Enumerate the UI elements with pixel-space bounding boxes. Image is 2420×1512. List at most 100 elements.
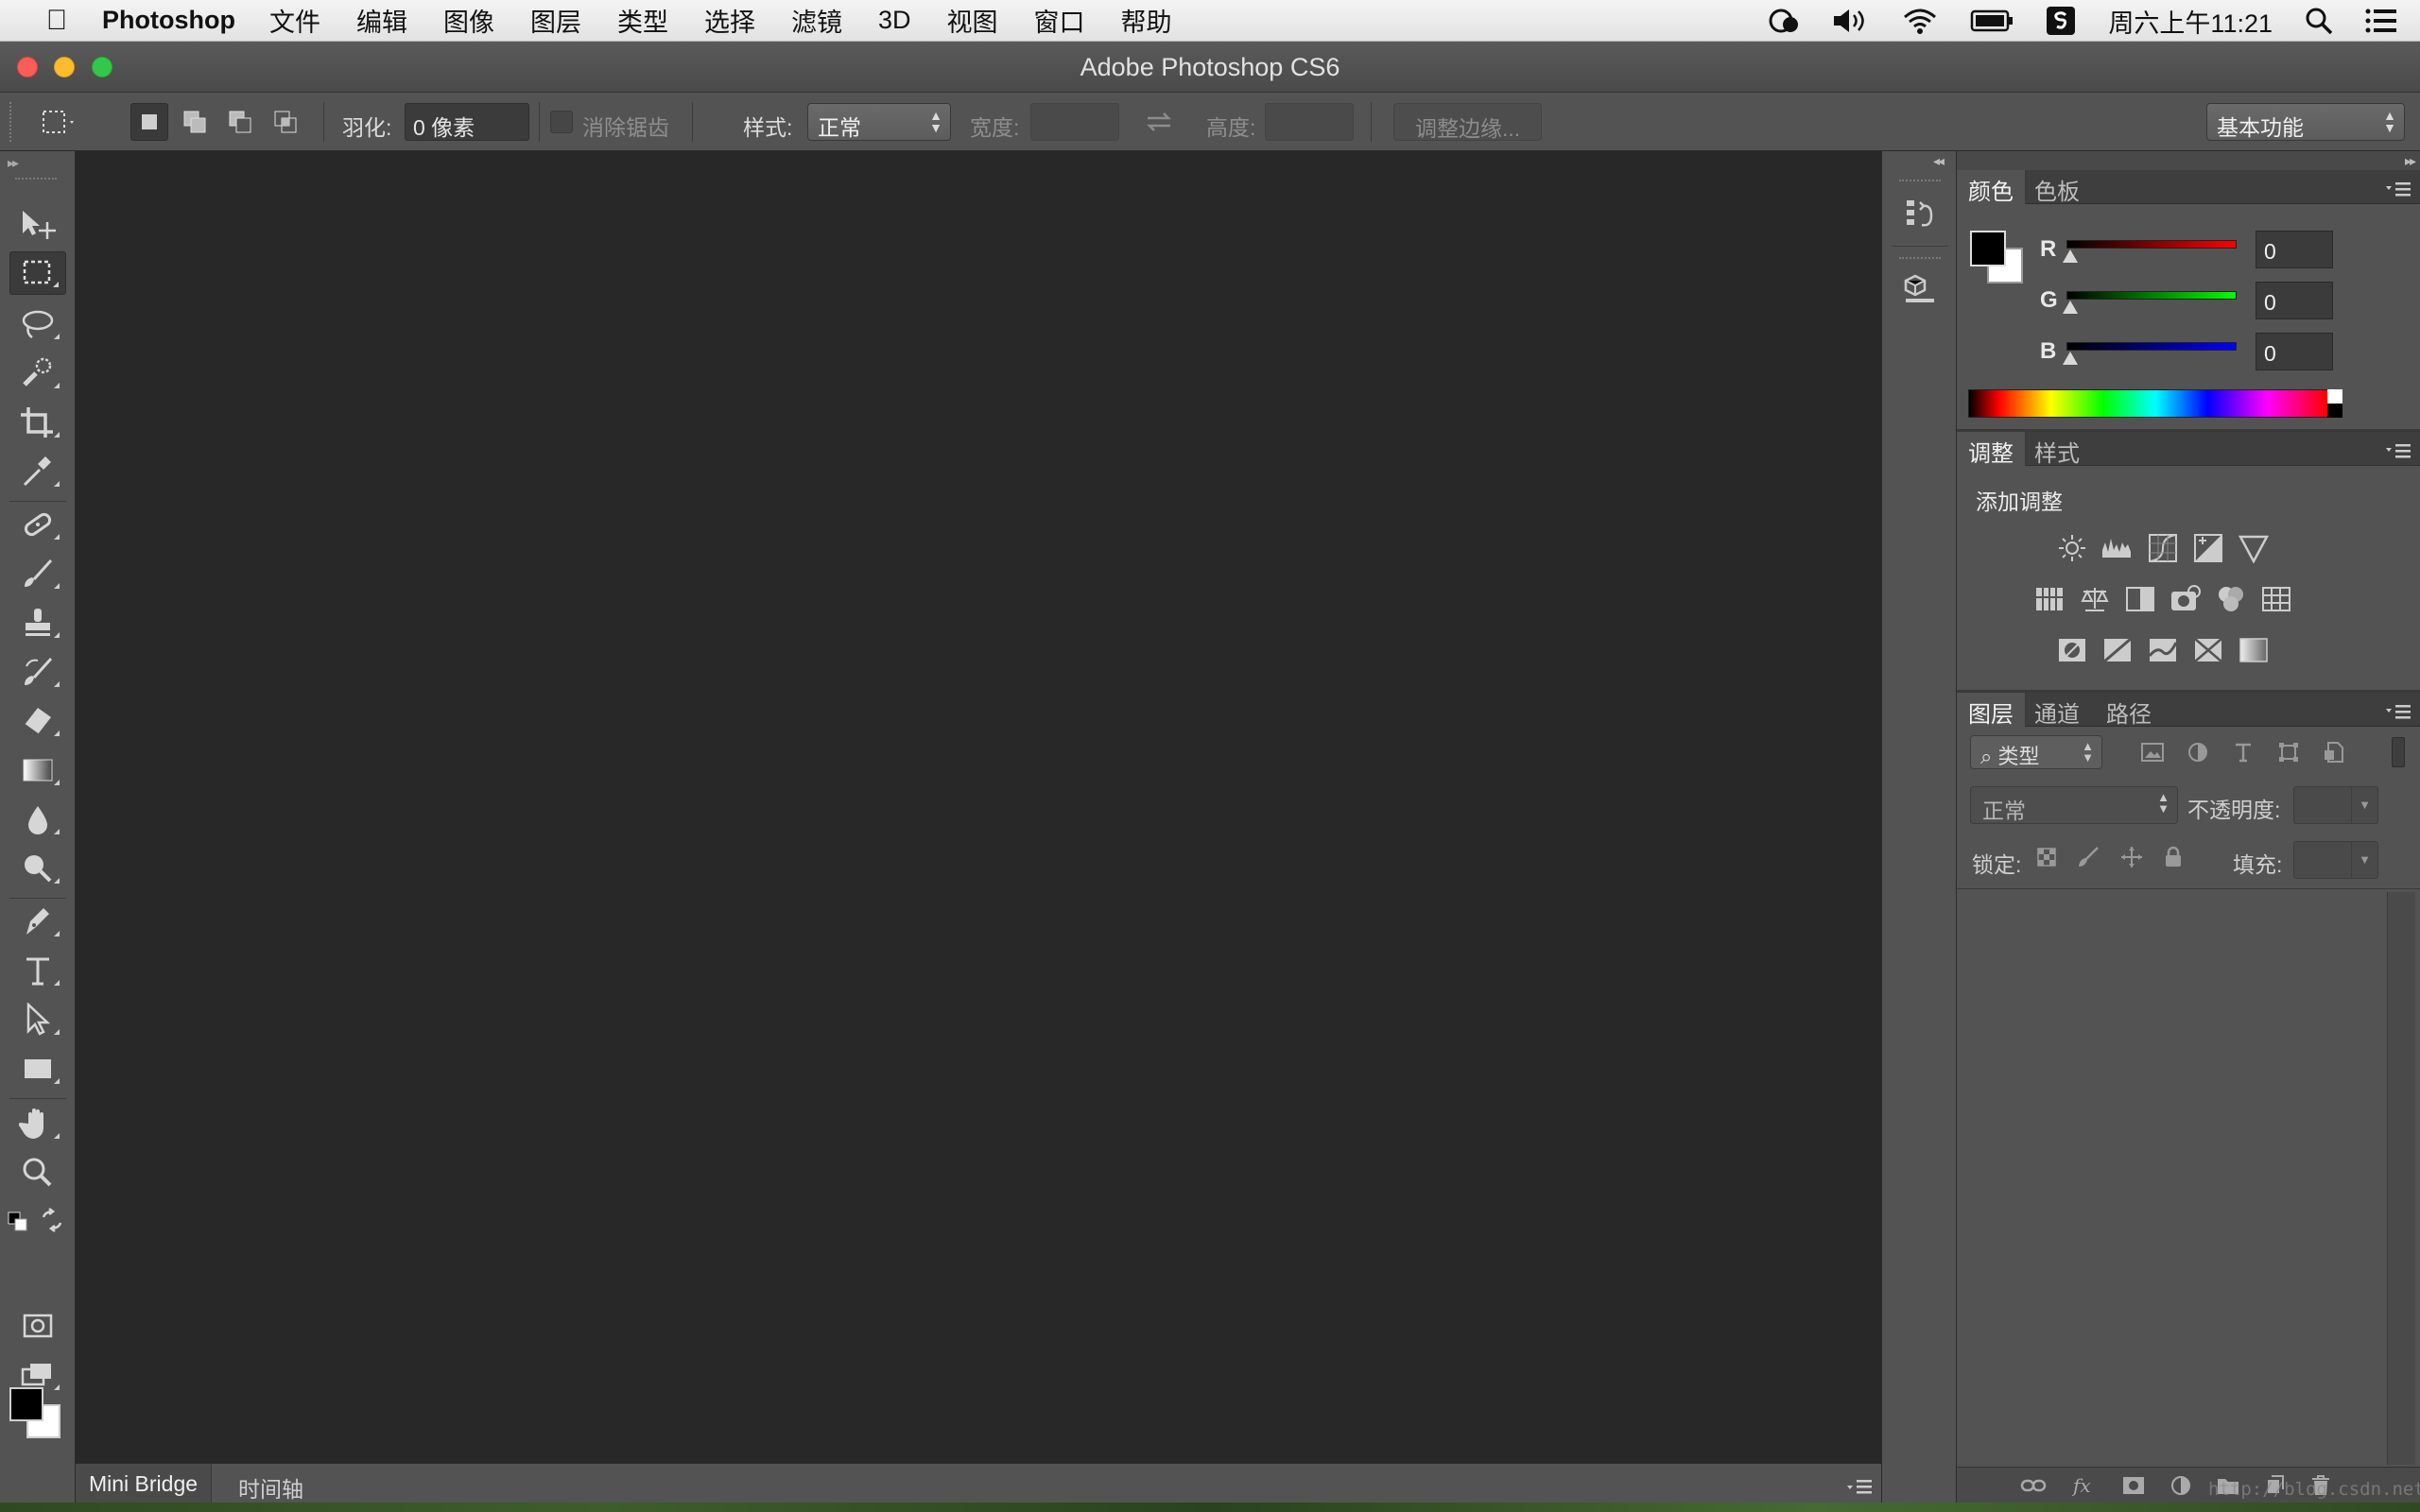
invert-icon[interactable] bbox=[2055, 633, 2089, 667]
antialias-checkbox[interactable] bbox=[550, 111, 573, 133]
curves-icon[interactable] bbox=[2146, 531, 2180, 565]
tab-timeline[interactable]: 时间轴 bbox=[225, 1464, 317, 1503]
move-tool[interactable] bbox=[9, 202, 66, 246]
color-panel-foreground-swatch[interactable] bbox=[1970, 231, 2006, 266]
link-layers-icon[interactable] bbox=[2019, 1471, 2048, 1500]
subtract-from-selection-button[interactable] bbox=[221, 103, 259, 141]
filter-smart-objects-icon[interactable] bbox=[2320, 737, 2348, 767]
brush-tool[interactable] bbox=[9, 552, 66, 595]
zoom-tool[interactable] bbox=[9, 1151, 66, 1194]
filter-pixel-layers-icon[interactable] bbox=[2138, 737, 2167, 767]
quick-mask-mode-button[interactable] bbox=[9, 1304, 66, 1348]
clone-stamp-tool[interactable] bbox=[9, 601, 66, 644]
eyedropper-tool[interactable] bbox=[9, 450, 66, 493]
workspace-select[interactable]: 基本功能 ▲ ▼ bbox=[2206, 103, 2405, 141]
lasso-tool[interactable] bbox=[9, 302, 66, 346]
spotlight-search-icon[interactable] bbox=[2305, 7, 2333, 35]
tab-swatches[interactable]: 色板 bbox=[2023, 170, 2091, 205]
red-slider-thumb[interactable] bbox=[2063, 249, 2078, 263]
color-lookup-icon[interactable] bbox=[2259, 582, 2293, 616]
3d-panel-icon[interactable] bbox=[1899, 268, 1941, 310]
app-menu[interactable]: Photoshop bbox=[102, 6, 235, 35]
filter-adjustment-layers-icon[interactable] bbox=[2184, 737, 2212, 767]
menu-filter[interactable]: 滤镜 bbox=[791, 2, 842, 39]
eraser-tool[interactable] bbox=[9, 699, 66, 743]
tab-channels[interactable]: 通道 bbox=[2023, 693, 2091, 728]
lock-position-icon[interactable] bbox=[2118, 843, 2146, 871]
menu-type[interactable]: 类型 bbox=[617, 2, 668, 39]
black-white-icon[interactable] bbox=[2123, 582, 2157, 616]
vibrance-icon[interactable] bbox=[2237, 531, 2271, 565]
gradient-map-icon[interactable] bbox=[2237, 633, 2271, 667]
style-select[interactable]: 正常 ▲ ▼ bbox=[807, 103, 951, 141]
battery-icon[interactable] bbox=[1970, 9, 2014, 33]
lock-image-pixels-icon[interactable] bbox=[2074, 843, 2102, 871]
dodge-tool[interactable] bbox=[9, 847, 66, 890]
blue-slider-track[interactable] bbox=[2066, 342, 2237, 351]
swap-width-height-icon[interactable] bbox=[1140, 103, 1178, 141]
red-slider-track[interactable] bbox=[2066, 240, 2237, 249]
filter-type-layers-icon[interactable] bbox=[2229, 737, 2257, 767]
qq-icon[interactable] bbox=[1768, 6, 1800, 36]
tab-color[interactable]: 颜色 bbox=[1957, 170, 2026, 205]
width-input[interactable] bbox=[1030, 103, 1119, 141]
quick-selection-tool[interactable] bbox=[9, 352, 66, 395]
options-bar-grip[interactable] bbox=[9, 102, 15, 142]
threshold-icon[interactable] bbox=[2146, 633, 2180, 667]
blend-mode-select[interactable]: 正常 ▲ ▼ bbox=[1970, 786, 2178, 824]
dock-grip[interactable] bbox=[1899, 180, 1941, 183]
dock-grip[interactable] bbox=[1899, 257, 1941, 261]
rectangular-marquee-tool[interactable] bbox=[9, 251, 66, 295]
menu-image[interactable]: 图像 bbox=[443, 2, 494, 39]
notification-center-icon[interactable] bbox=[2365, 8, 2397, 34]
tab-layers[interactable]: 图层 bbox=[1957, 693, 2026, 728]
add-layer-mask-icon[interactable] bbox=[2119, 1471, 2148, 1500]
exposure-icon[interactable] bbox=[2191, 531, 2225, 565]
foreground-color-swatch[interactable] bbox=[9, 1387, 43, 1421]
collapse-panels-icon[interactable]: ▸▸ bbox=[2405, 153, 2416, 169]
default-colors-icon[interactable] bbox=[8, 1211, 28, 1237]
fill-input[interactable]: ▼ bbox=[2293, 841, 2378, 879]
color-spectrum-ramp[interactable] bbox=[1968, 389, 2342, 418]
intersect-selection-button[interactable] bbox=[267, 103, 304, 141]
menu-edit[interactable]: 编辑 bbox=[356, 2, 407, 39]
sogou-input-icon[interactable] bbox=[2046, 6, 2076, 36]
blue-value-input[interactable]: 0 bbox=[2256, 333, 2333, 370]
menubar-clock[interactable]: 周六上午11:21 bbox=[2108, 3, 2273, 40]
wifi-icon[interactable] bbox=[1902, 7, 1938, 35]
photo-filter-icon[interactable] bbox=[2169, 582, 2203, 616]
window-titlebar[interactable]: Adobe Photoshop CS6 bbox=[0, 42, 2420, 93]
filter-shape-layers-icon[interactable] bbox=[2274, 737, 2303, 767]
menu-window[interactable]: 窗口 bbox=[1034, 2, 1085, 39]
selective-color-icon[interactable] bbox=[2191, 633, 2225, 667]
volume-icon[interactable] bbox=[1832, 7, 1870, 35]
opacity-input[interactable]: ▼ bbox=[2293, 786, 2378, 824]
menu-select[interactable]: 选择 bbox=[704, 2, 755, 39]
menu-view[interactable]: 视图 bbox=[947, 2, 998, 39]
add-layer-style-icon[interactable]: fx bbox=[2070, 1471, 2099, 1500]
tab-adjustments[interactable]: 调整 bbox=[1957, 432, 2026, 467]
channel-mixer-icon[interactable] bbox=[2214, 582, 2248, 616]
levels-icon[interactable] bbox=[2100, 531, 2135, 565]
red-value-input[interactable]: 0 bbox=[2256, 231, 2333, 268]
lock-all-icon[interactable] bbox=[2159, 843, 2187, 871]
spot-healing-brush-tool[interactable] bbox=[9, 503, 66, 546]
hand-tool[interactable] bbox=[9, 1102, 66, 1145]
tool-preset-picker[interactable] bbox=[40, 103, 78, 141]
new-adjustment-layer-icon[interactable] bbox=[2167, 1471, 2195, 1500]
tab-paths[interactable]: 路径 bbox=[2095, 693, 2163, 728]
swap-colors-icon[interactable] bbox=[40, 1208, 64, 1237]
layers-list[interactable] bbox=[1957, 888, 2420, 1467]
add-to-selection-button[interactable] bbox=[176, 103, 214, 141]
apple-menu-icon[interactable]:  bbox=[38, 5, 76, 37]
green-slider-track[interactable] bbox=[2066, 291, 2237, 300]
layer-filter-kind-select[interactable]: ⌕ 类型 ▲ ▼ bbox=[1970, 735, 2102, 769]
document-canvas-area[interactable] bbox=[76, 151, 1881, 1463]
horizontal-type-tool[interactable] bbox=[9, 949, 66, 992]
menu-3d[interactable]: 3D bbox=[878, 6, 911, 35]
green-value-input[interactable]: 0 bbox=[2256, 282, 2333, 319]
collapse-toolbar-icon[interactable]: ▸▸ bbox=[8, 155, 19, 171]
panel-menu-icon[interactable] bbox=[2384, 439, 2412, 466]
brightness-contrast-icon[interactable] bbox=[2055, 531, 2089, 565]
layers-scrollbar[interactable] bbox=[2387, 892, 2415, 1465]
